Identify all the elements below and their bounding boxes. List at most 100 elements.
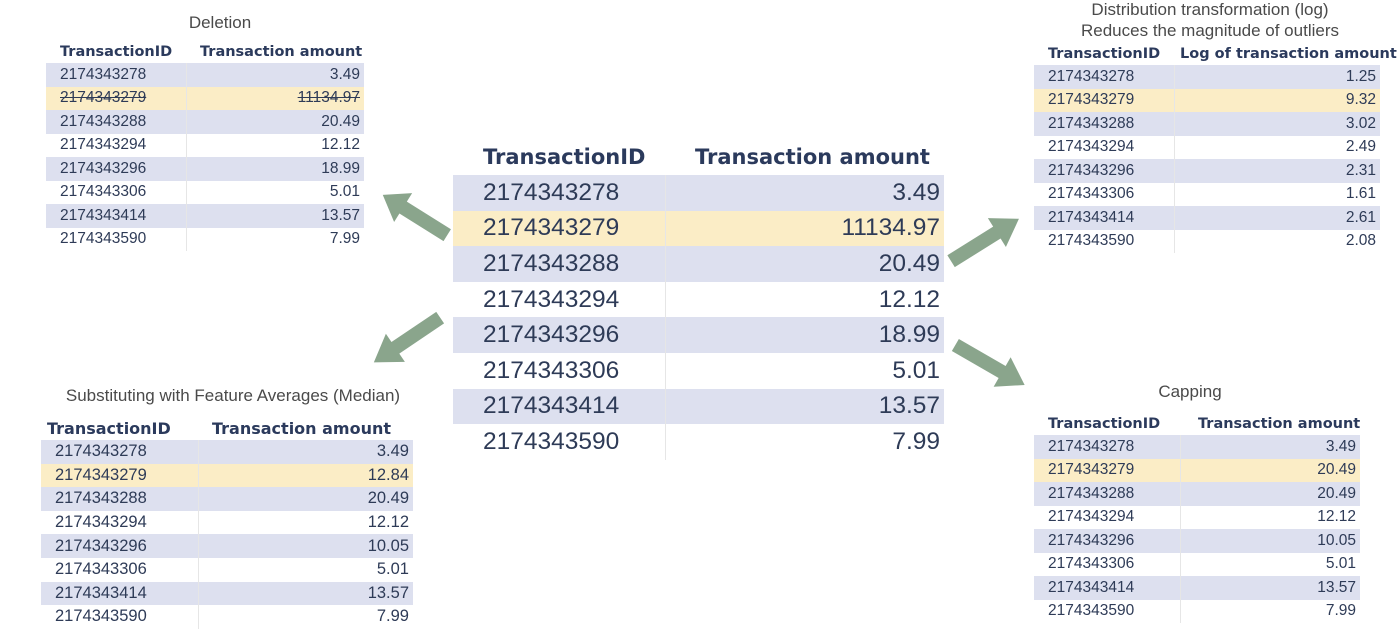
cell-amount: 12.12 (321, 136, 360, 154)
cell-id: 2174343306 (1034, 552, 1181, 576)
cell-id: 2174343294 (1034, 505, 1181, 529)
cell-id: 2174343278 (453, 174, 666, 211)
cell-id: 2174343590 (453, 424, 666, 460)
cell-id: 2174343296 (453, 317, 666, 353)
table-row: 2174343590 7.99 (453, 424, 944, 460)
cell-amount: 2.08 (1345, 232, 1376, 250)
cell-amount: 13.57 (1180, 576, 1360, 600)
table-row-deleted: 2174343279 11134.97 (46, 86, 364, 110)
table-row: 2174343296 2.31 (1034, 159, 1380, 183)
table-row: 2174343294 12.12 (41, 510, 413, 535)
table-row: 2174343294 2.49 (1034, 135, 1380, 159)
median-title: Substituting with Feature Averages (Medi… (65, 386, 401, 405)
log-title-line1: Distribution transformation (log) (1091, 0, 1329, 19)
cell-amount: 3.49 (665, 174, 944, 211)
cell-amount: 3.49 (186, 62, 364, 87)
log-table: TransactionID Log of transaction amount … (1034, 44, 1397, 253)
cell-amount: 7.99 (1325, 602, 1356, 620)
table-row: 2174343306 1.61 (1034, 182, 1380, 206)
table-row: 2174343296 18.99 (46, 157, 364, 181)
cell-id: 2174343414 (41, 581, 199, 606)
table-row: 2174343414 13.57 (453, 388, 944, 425)
cell-id: 2174343414 (1034, 576, 1181, 600)
cell-id: 2174343296 (1034, 159, 1175, 183)
cell-id: 2174343278 (1034, 64, 1175, 89)
cell-id: 2174343278 (46, 62, 187, 87)
table-header-row: TransactionID Transaction amount (41, 417, 413, 440)
table-row-transformed: 2174343279 9.32 (1034, 88, 1380, 112)
column-header-amount: Transaction amount (198, 417, 413, 440)
table-row-substituted: 2174343279 12.84 (41, 463, 413, 488)
cell-id: 2174343294 (46, 133, 187, 157)
table-header-row: TransactionID Log of transaction amount (1034, 44, 1397, 65)
cell-amount: 18.99 (665, 317, 944, 353)
cell-amount: 9.32 (1174, 88, 1380, 112)
arrow-to-capping-icon (951, 338, 1025, 387)
cell-id: 2174343288 (453, 246, 666, 282)
capping-table-panel: TransactionID Transaction amount 2174343… (1034, 414, 1360, 623)
table-row: 2174343278 1.25 (1034, 64, 1380, 89)
cell-amount: 13.57 (198, 581, 413, 606)
cell-id: 2174343590 (41, 605, 199, 629)
cell-amount: 10.05 (1180, 529, 1360, 553)
column-header-amount: Transaction amount (665, 140, 944, 175)
column-header-amount: Transaction amount (1180, 414, 1360, 435)
cell-amount: 12.12 (878, 285, 940, 313)
table-row: 2174343414 13.57 (41, 581, 413, 606)
arrow-to-deletion-icon (382, 193, 451, 242)
column-header-id: TransactionID (453, 140, 665, 175)
table-row: 2174343278 3.49 (41, 439, 413, 464)
table-row: 2174343414 13.57 (1034, 576, 1360, 600)
cell-amount: 7.99 (376, 607, 409, 626)
cell-amount: 12.12 (367, 513, 409, 532)
cell-id: 2174343306 (41, 557, 199, 582)
cell-amount: 7.99 (329, 230, 360, 248)
cell-id: 2174343279 (1034, 458, 1181, 482)
table-row: 2174343294 12.12 (1034, 505, 1360, 529)
cell-id: 2174343294 (41, 510, 199, 535)
cell-amount: 1.25 (1174, 64, 1380, 89)
table-header-row: TransactionID Transaction amount (453, 140, 944, 175)
original-table-panel: TransactionID Transaction amount 2174343… (453, 140, 944, 460)
cell-amount: 7.99 (892, 427, 940, 455)
cell-id: 2174343288 (46, 110, 187, 134)
table-row: 2174343288 20.49 (41, 487, 413, 511)
deletion-table: TransactionID Transaction amount 2174343… (46, 42, 364, 251)
table-row: 2174343294 12.12 (46, 133, 364, 157)
cell-amount: 5.01 (892, 356, 940, 384)
cell-id: 2174343590 (46, 227, 187, 251)
table-row: 2174343288 20.49 (453, 246, 944, 282)
cell-amount: 1.61 (1345, 185, 1376, 203)
cell-id: 2174343306 (46, 180, 187, 204)
cell-amount: 3.49 (1180, 434, 1360, 459)
cell-amount: 2.61 (1174, 206, 1380, 230)
cell-id: 2174343414 (453, 388, 666, 425)
table-row: 2174343590 7.99 (41, 605, 413, 629)
table-row: 2174343590 7.99 (46, 227, 364, 251)
cell-amount: 12.84 (198, 463, 413, 488)
cell-amount: 20.49 (186, 110, 364, 134)
cell-amount: 12.12 (1317, 508, 1356, 526)
cell-amount: 18.99 (186, 157, 364, 181)
median-table: TransactionID Transaction amount 2174343… (41, 417, 413, 629)
table-row: 2174343414 13.57 (46, 204, 364, 228)
log-title-line2: Reduces the magnitude of outliers (1081, 21, 1339, 40)
column-header-amount: Transaction amount (186, 42, 364, 63)
cell-amount: 13.57 (665, 388, 944, 425)
table-header-row: TransactionID Transaction amount (46, 42, 364, 63)
cell-amount: 20.49 (1180, 458, 1360, 482)
cell-id: 2174343294 (453, 281, 666, 318)
table-row: 2174343288 3.02 (1034, 112, 1380, 136)
cell-id: 2174343279 (46, 86, 187, 110)
cell-id: 2174343306 (453, 352, 666, 389)
cell-id: 2174343590 (1034, 599, 1181, 623)
capping-title: Capping (1158, 382, 1222, 401)
deletion-title: Deletion (188, 13, 252, 32)
cell-amount: 20.49 (1180, 482, 1360, 506)
column-header-log-amount: Log of transaction amount (1174, 44, 1397, 65)
cell-id: 2174343590 (1034, 229, 1175, 253)
column-header-id: TransactionID (1034, 44, 1174, 65)
cell-amount: 11134.97 (665, 210, 944, 247)
cell-amount: 2.49 (1345, 138, 1376, 156)
cell-amount: 13.57 (186, 204, 364, 228)
